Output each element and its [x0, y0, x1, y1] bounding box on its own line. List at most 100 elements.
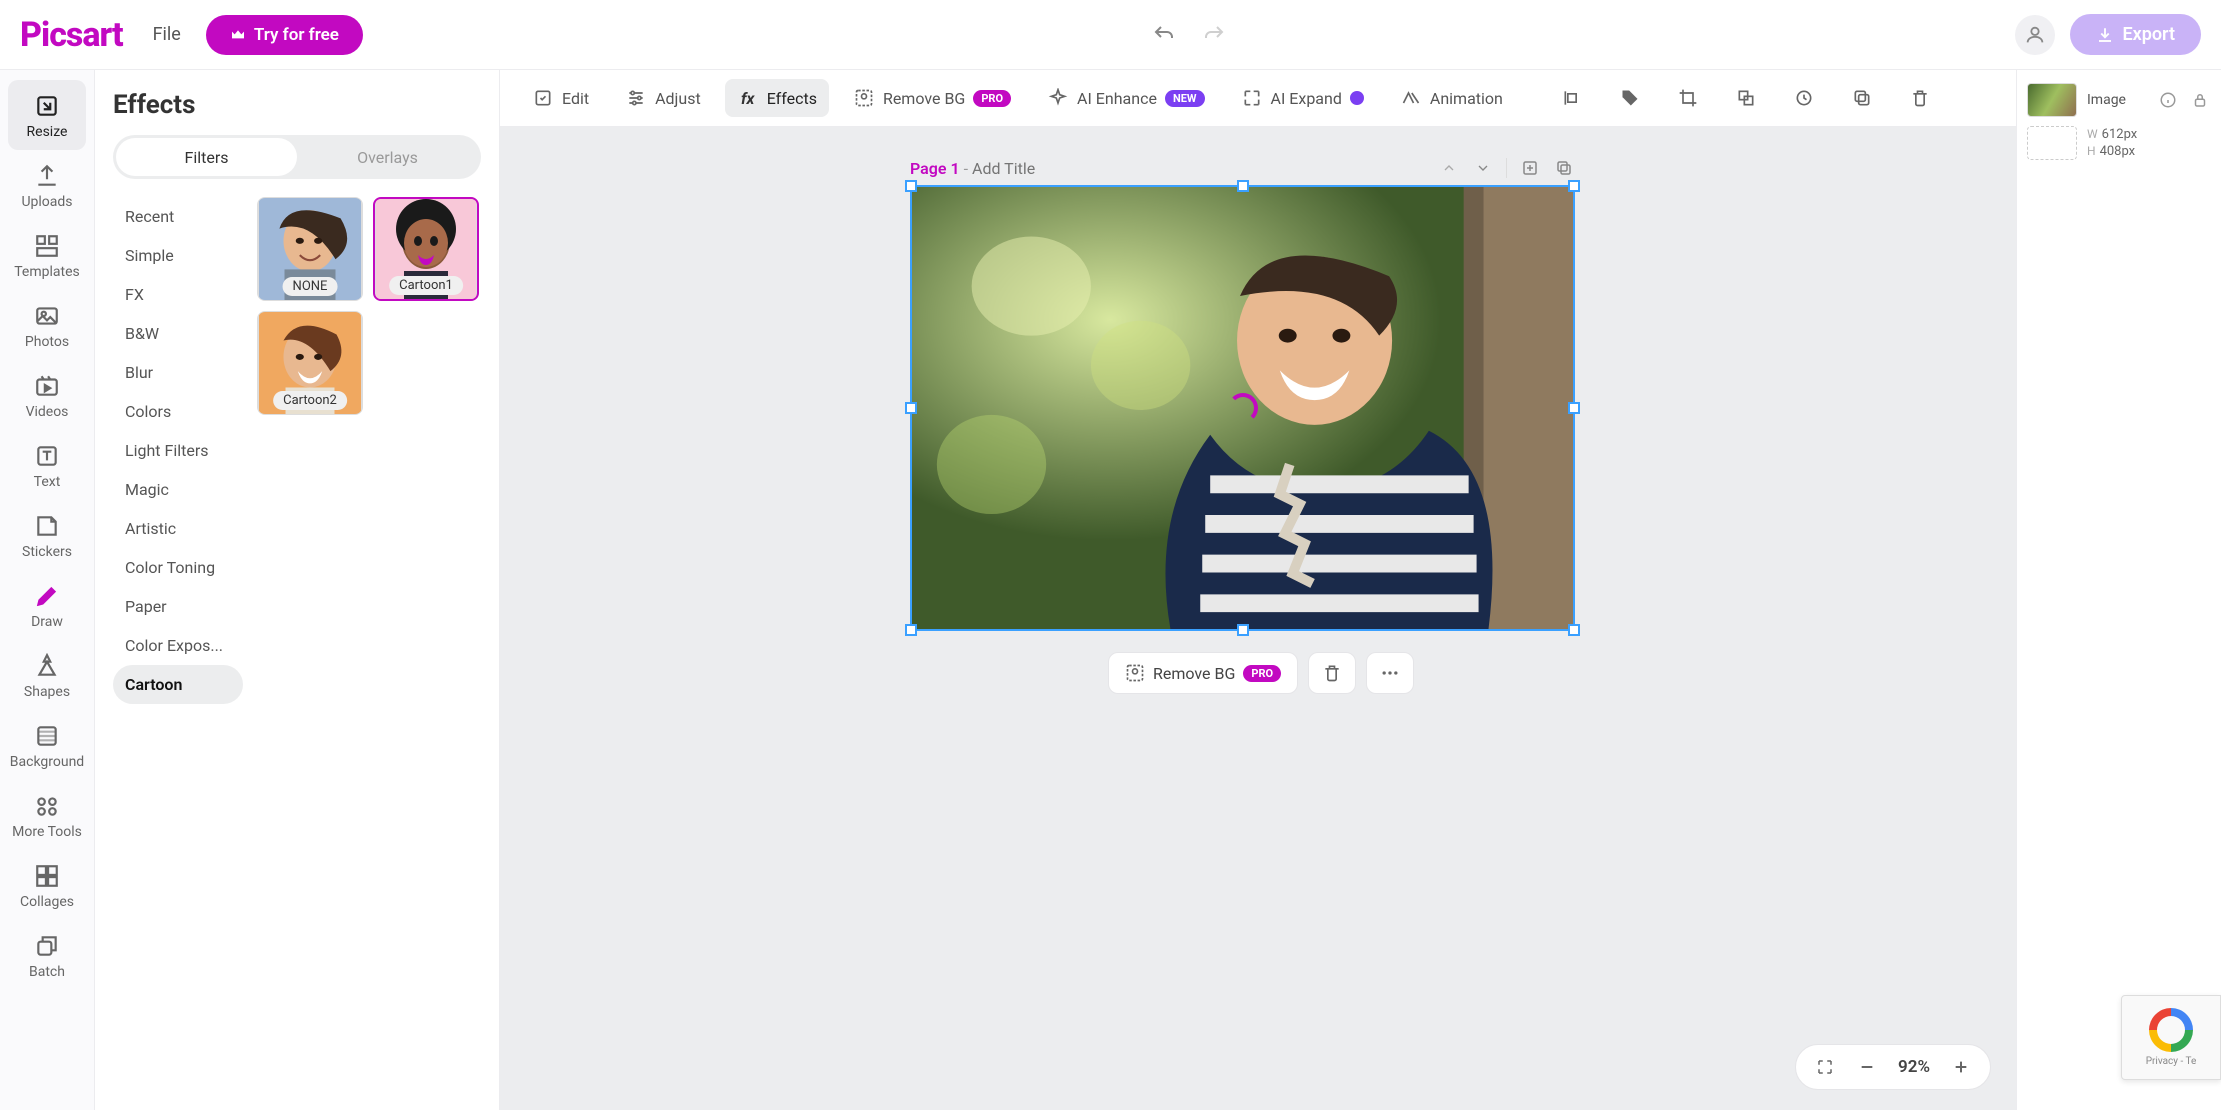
rail-batch[interactable]: Batch — [8, 920, 86, 990]
fit-button[interactable] — [1814, 1056, 1836, 1078]
user-avatar-button[interactable] — [2015, 15, 2055, 55]
header-right: Export — [2015, 14, 2201, 55]
category-paper[interactable]: Paper — [113, 587, 243, 626]
aiexpand-button[interactable]: AI Expand — [1229, 79, 1376, 117]
resize-handle-l[interactable] — [905, 402, 917, 414]
export-button[interactable]: Export — [2070, 14, 2201, 55]
crop-button[interactable] — [1665, 79, 1711, 117]
delete-button[interactable] — [1897, 79, 1943, 117]
add-page-button[interactable] — [1519, 157, 1541, 179]
page-thumb[interactable] — [2027, 126, 2077, 160]
page-down-button[interactable] — [1472, 157, 1494, 179]
rail-videos[interactable]: Videos — [8, 360, 86, 430]
sync-button[interactable] — [1781, 79, 1827, 117]
resize-handle-r[interactable] — [1568, 402, 1580, 414]
layer-row[interactable]: Image — [2027, 80, 2211, 120]
effect-thumb-none[interactable]: NONE — [257, 197, 363, 301]
removebg-icon — [1125, 663, 1145, 683]
category-colors[interactable]: Colors — [113, 392, 243, 431]
category-recent[interactable]: Recent — [113, 197, 243, 236]
category-blur[interactable]: Blur — [113, 353, 243, 392]
zoom-out-button[interactable] — [1856, 1056, 1878, 1078]
page-header: Page 1 - — [910, 157, 1575, 179]
shapes-icon — [33, 652, 61, 680]
edit-button[interactable]: Edit — [520, 79, 601, 117]
export-label: Export — [2122, 24, 2175, 45]
undo-button[interactable] — [1149, 20, 1179, 50]
category-color-toning[interactable]: Color Toning — [113, 548, 243, 587]
rail-stickers[interactable]: Stickers — [8, 500, 86, 570]
effect-thumb-cartoon2[interactable]: Cartoon2 — [257, 311, 363, 415]
rail-draw[interactable]: Draw — [8, 570, 86, 640]
float-more-button[interactable] — [1366, 652, 1414, 694]
resize-handle-tl[interactable] — [905, 180, 917, 192]
resize-handle-bl[interactable] — [905, 624, 917, 636]
rail-resize[interactable]: Resize — [8, 80, 86, 150]
info-icon[interactable] — [2157, 89, 2179, 111]
duplicate-button[interactable] — [1839, 79, 1885, 117]
float-removebg-button[interactable]: Remove BG PRO — [1108, 652, 1298, 694]
resize-handle-t[interactable] — [1237, 180, 1249, 192]
animation-button[interactable]: Animation — [1388, 79, 1515, 117]
category-b-w[interactable]: B&W — [113, 314, 243, 353]
resize-handle-br[interactable] — [1568, 624, 1580, 636]
templates-icon — [33, 232, 61, 260]
category-artistic[interactable]: Artistic — [113, 509, 243, 548]
rail-label: More Tools — [12, 824, 82, 840]
canvas-image-selection[interactable] — [910, 185, 1575, 631]
category-cartoon[interactable]: Cartoon — [113, 665, 243, 704]
animation-icon — [1400, 87, 1422, 109]
category-simple[interactable]: Simple — [113, 236, 243, 275]
align-button[interactable] — [1549, 79, 1595, 117]
resize-handle-tr[interactable] — [1568, 180, 1580, 192]
zoom-control: 92% — [1795, 1044, 1991, 1090]
category-light-filters[interactable]: Light Filters — [113, 431, 243, 470]
h-label: H — [2087, 144, 2096, 159]
redo-button[interactable] — [1199, 20, 1229, 50]
dot-indicator — [1350, 91, 1364, 105]
resize-icon — [33, 92, 61, 120]
rail-photos[interactable]: Photos — [8, 290, 86, 360]
pro-badge: PRO — [1243, 665, 1281, 682]
rail-text[interactable]: Text — [8, 430, 86, 500]
rail-background[interactable]: Background — [8, 710, 86, 780]
category-magic[interactable]: Magic — [113, 470, 243, 509]
lock-icon[interactable] — [2189, 89, 2211, 111]
adjust-button[interactable]: Adjust — [613, 79, 713, 117]
category-fx[interactable]: FX — [113, 275, 243, 314]
category-color-expos-[interactable]: Color Expos... — [113, 626, 243, 665]
rail-label: Stickers — [22, 544, 72, 560]
effects-button[interactable]: fx Effects — [725, 79, 829, 117]
aienhance-button[interactable]: AI Enhance NEW — [1035, 79, 1216, 117]
videos-icon — [33, 372, 61, 400]
w-value: 612px — [2102, 127, 2138, 142]
rail-uploads[interactable]: Uploads — [8, 150, 86, 220]
try-for-free-button[interactable]: Try for free — [206, 15, 363, 55]
rail-shapes[interactable]: Shapes — [8, 640, 86, 710]
resize-handle-b[interactable] — [1237, 624, 1249, 636]
duplicate-page-button[interactable] — [1553, 157, 1575, 179]
layer-icon — [1735, 87, 1757, 109]
page-up-button[interactable] — [1438, 157, 1460, 179]
tab-filters[interactable]: Filters — [116, 138, 297, 176]
effect-thumb-cartoon1[interactable]: Cartoon1 — [373, 197, 479, 301]
file-menu[interactable]: File — [153, 24, 181, 45]
trash-icon — [1909, 87, 1931, 109]
float-delete-button[interactable] — [1308, 652, 1356, 694]
canvas-area[interactable]: Page 1 - — [500, 127, 2016, 1110]
photos-icon — [33, 302, 61, 330]
tab-overlays[interactable]: Overlays — [297, 138, 478, 176]
rail-label: Draw — [31, 614, 63, 630]
rail-more-tools[interactable]: More Tools — [8, 780, 86, 850]
rail-collages[interactable]: Collages — [8, 850, 86, 920]
panel-tabs: FiltersOverlays — [113, 135, 481, 179]
layer-button[interactable] — [1723, 79, 1769, 117]
thumb-label: Cartoon1 — [389, 276, 463, 295]
effects-panel: Effects FiltersOverlays RecentSimpleFXB&… — [95, 70, 500, 1110]
rail-templates[interactable]: Templates — [8, 220, 86, 290]
zoom-in-button[interactable] — [1950, 1056, 1972, 1078]
tag-button[interactable] — [1607, 79, 1653, 117]
rail-label: Videos — [26, 404, 69, 420]
page-title-input[interactable] — [972, 159, 1175, 178]
removebg-button[interactable]: Remove BG PRO — [841, 79, 1023, 117]
